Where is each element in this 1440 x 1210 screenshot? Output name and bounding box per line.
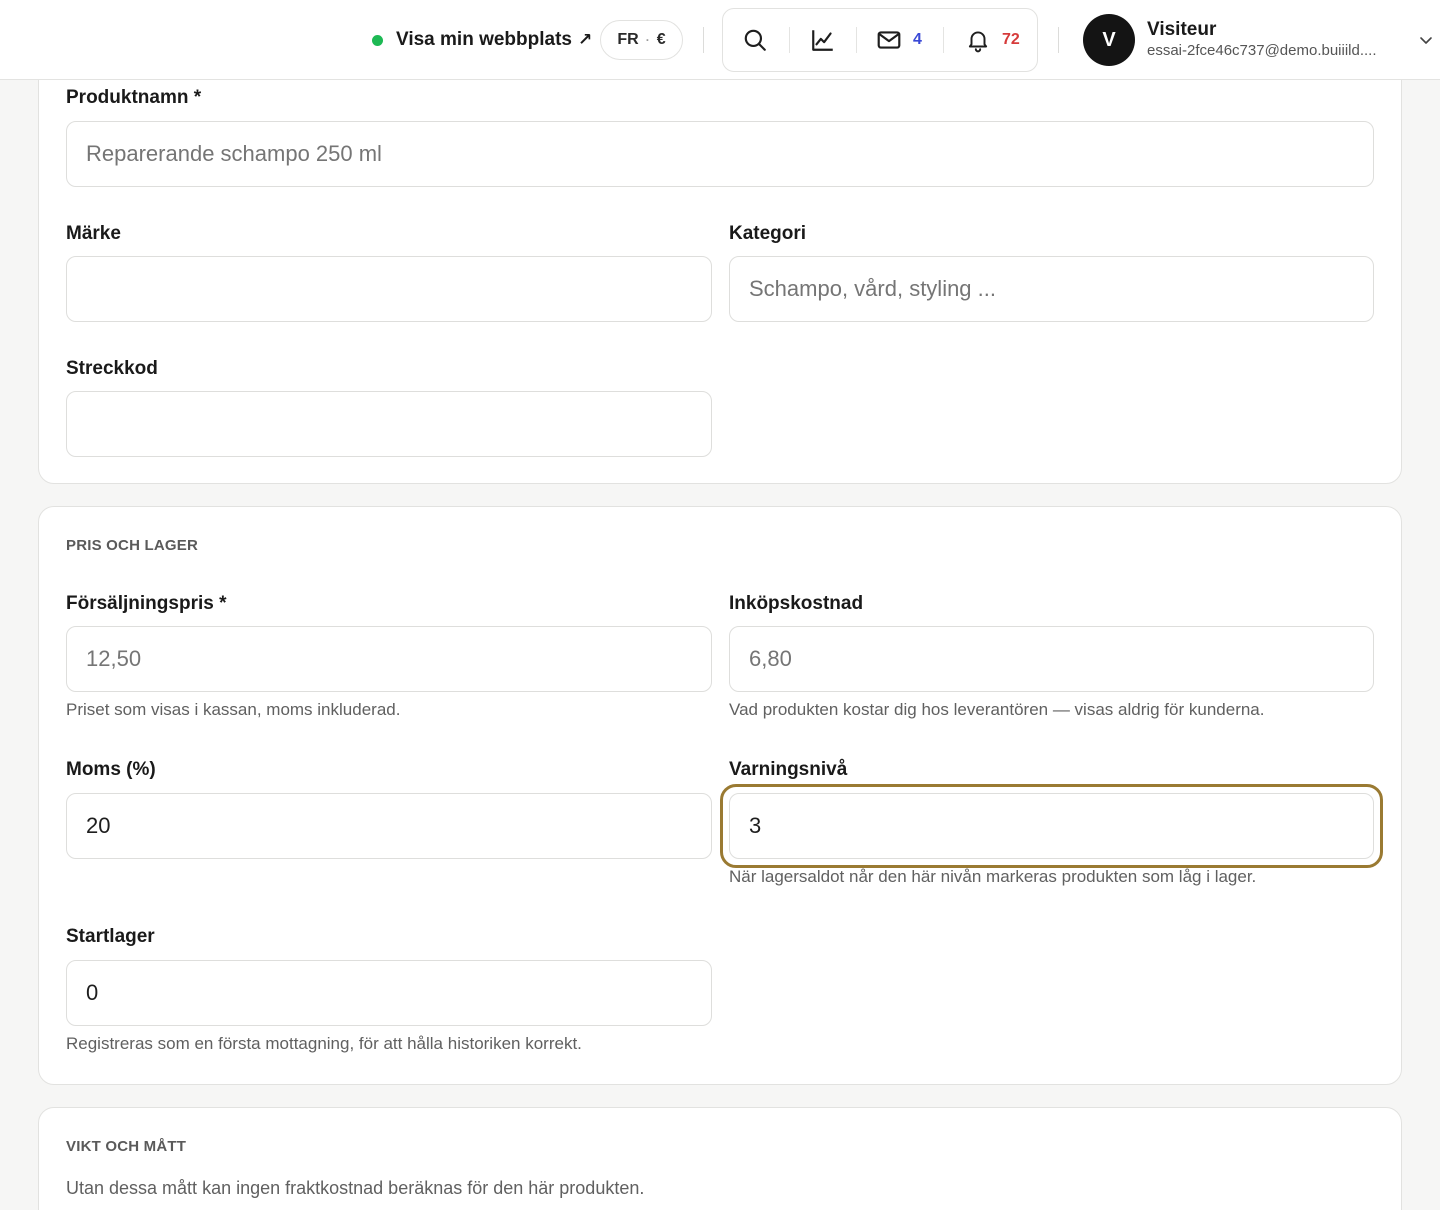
vat-label: Moms (%) [66,759,156,780]
dimensions-hint: Utan dessa mått kan ingen fraktkostnad b… [66,1178,645,1198]
locale-currency-selector[interactable]: FR · € [600,20,683,60]
section-title: PRIS OCH LAGER [66,537,198,554]
price-stock-card: PRIS OCH LAGER Försäljningspris * 12,50 … [38,506,1402,1085]
messages-count-badge: 4 [913,31,922,48]
sale-price-hint: Priset som visas i kassan, moms inkluder… [66,700,401,719]
cost-hint: Vad produkten kostar dig hos leverantöre… [729,700,1265,719]
barcode-input[interactable] [66,391,712,457]
chevron-down-icon[interactable] [1416,30,1436,50]
online-status-dot [372,34,383,46]
external-link-icon: ↗ [577,30,593,49]
user-name: Visiteur [1147,19,1217,40]
view-website-link[interactable]: Visa min webbplats ↗ [372,27,592,53]
view-website-label: Visa min webbplats [396,29,572,50]
search-icon [744,29,766,51]
sale-price-input[interactable]: 12,50 [66,626,712,692]
chart-line-icon [812,30,833,51]
messages-button[interactable]: 4 [876,9,922,71]
divider [943,27,944,53]
barcode-label: Streckkod [66,358,158,379]
alert-level-input[interactable]: 3 [729,793,1374,859]
divider [1058,27,1059,53]
cost-label: Inköpskostnad [729,593,864,614]
vat-input[interactable]: 20 [66,793,712,859]
locale-code: FR [617,31,639,48]
alert-level-label: Varningsnivå [729,759,848,780]
initial-stock-hint: Registreras som en första mottagning, fö… [66,1034,582,1053]
bell-icon [968,31,988,53]
quick-actions-group: 4 72 [722,8,1038,72]
user-email: essai-2fce46c737@demo.buiiild.... [1147,42,1377,59]
product-name-input[interactable]: Reparerande schampo 250 ml [66,121,1374,187]
brand-label: Märke [66,223,121,244]
currency-symbol: € [656,31,666,48]
divider [789,27,790,53]
brand-input[interactable] [66,256,712,322]
initial-stock-label: Startlager [66,926,155,947]
notifications-count-badge: 72 [1002,31,1020,48]
product-info-card: Produktnamn * Reparerande schampo 250 ml… [38,40,1402,484]
notifications-button[interactable]: 72 [965,9,1020,71]
locale-separator: · [645,33,650,47]
alert-level-hint: När lagersaldot når den här nivån marker… [729,867,1257,886]
initial-stock-input[interactable]: 0 [66,960,712,1026]
weight-dimensions-card: VIKT OCH MÅTT Utan dessa mått kan ingen … [38,1107,1402,1210]
category-label: Kategori [729,223,807,244]
mail-icon [877,31,901,49]
divider [703,27,704,53]
search-button[interactable] [742,9,768,71]
section-title: VIKT OCH MÅTT [66,1138,187,1155]
sale-price-label: Försäljningspris * [66,593,227,614]
top-bar: Visa min webbplats ↗ FR · € 4 72 V Visit… [0,0,1440,80]
user-avatar[interactable]: V [1083,14,1135,66]
divider [856,27,857,53]
statistics-button[interactable] [810,9,836,71]
category-input[interactable]: Schampo, vård, styling ... [729,256,1374,322]
cost-input[interactable]: 6,80 [729,626,1374,692]
product-name-label: Produktnamn * [66,87,202,108]
